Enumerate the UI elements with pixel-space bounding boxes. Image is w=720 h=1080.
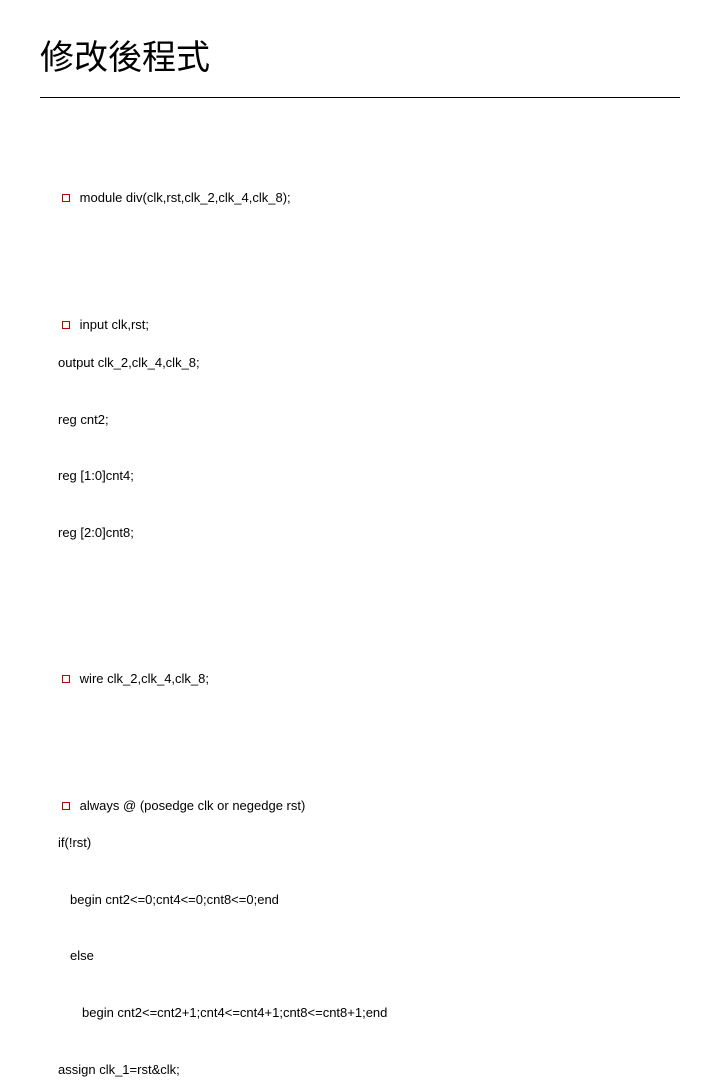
code-line: wire clk_2,clk_4,clk_8; [80, 671, 209, 686]
bullet-icon [62, 670, 80, 689]
bullet-icon [62, 797, 80, 816]
code-line: input clk,rst; [80, 317, 149, 332]
code-line: assign clk_1=rst&clk; [40, 1061, 680, 1080]
code-line: else [40, 947, 680, 966]
bullet-icon [62, 316, 80, 335]
code-line: begin cnt2<=cnt2+1;cnt4<=cnt4+1;cnt8<=cn… [40, 1004, 680, 1023]
code-line: reg [1:0]cnt4; [40, 467, 680, 486]
bullet-icon [62, 189, 80, 208]
code-para-2: input clk,rst; output clk_2,clk_4,clk_8;… [40, 298, 680, 581]
code-para-3: wire clk_2,clk_4,clk_8; [40, 651, 680, 708]
title-underline [40, 97, 680, 98]
code-line: always @ (posedge clk or negedge rst) [80, 798, 306, 813]
code-para-1: module div(clk,rst,clk_2,clk_4,clk_8); [40, 171, 680, 228]
code-para-4: always @ (posedge clk or negedge rst) if… [40, 778, 680, 1080]
code-line: if(!rst) [40, 834, 680, 853]
code-line: reg cnt2; [40, 411, 680, 430]
code-block: module div(clk,rst,clk_2,clk_4,clk_8); i… [40, 114, 680, 1080]
slide: 修改後程式 module div(clk,rst,clk_2,clk_4,clk… [0, 0, 720, 540]
code-line: begin cnt2<=0;cnt4<=0;cnt8<=0;end [40, 891, 680, 910]
code-line: output clk_2,clk_4,clk_8; [40, 354, 680, 373]
code-line: module div(clk,rst,clk_2,clk_4,clk_8); [80, 190, 291, 205]
slide-title: 修改後程式 [40, 30, 680, 79]
